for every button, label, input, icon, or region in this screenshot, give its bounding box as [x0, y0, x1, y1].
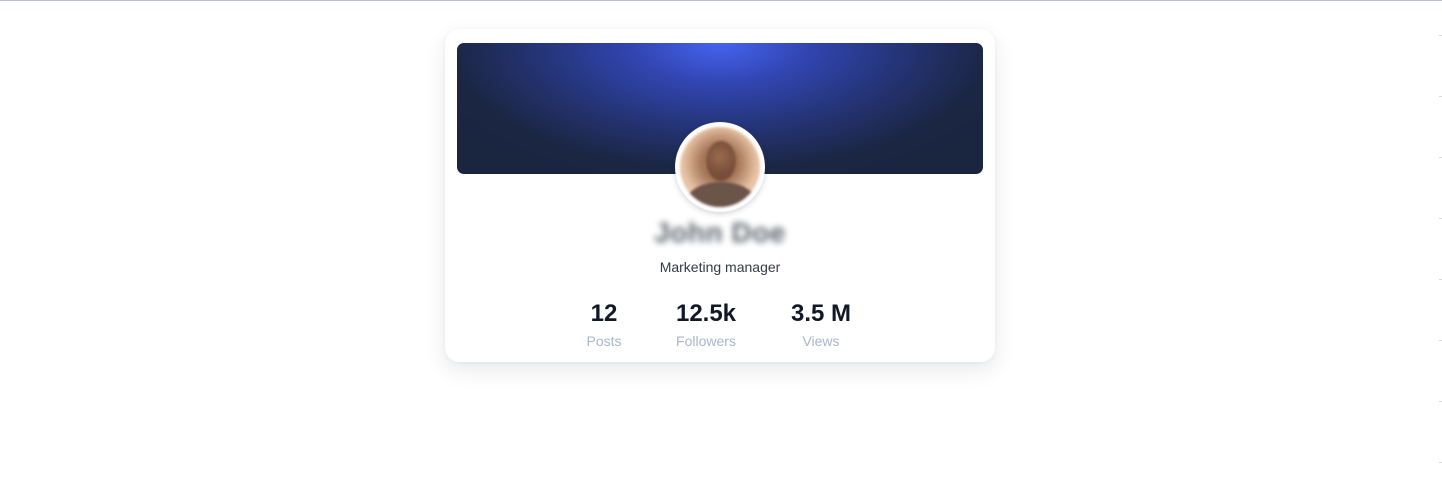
stat-value: 12.5k	[675, 300, 737, 327]
profile-card: John Doe Marketing manager 12 Posts 12.5…	[445, 29, 995, 362]
profile-role: Marketing manager	[659, 259, 781, 275]
profile-name: John Doe	[654, 217, 786, 248]
stat-views[interactable]: 3.5 M Views	[785, 299, 857, 352]
profile-stats: 12 Posts 12.5k Followers 3.5 M Views	[570, 299, 870, 351]
stat-posts[interactable]: 12 Posts	[576, 299, 632, 352]
stat-value: 3.5 M	[790, 300, 852, 327]
stat-label: Posts	[586, 333, 622, 349]
top-divider	[0, 0, 1442, 1]
avatar[interactable]	[675, 122, 765, 212]
stat-label: Views	[802, 333, 840, 349]
edge-markers	[1438, 0, 1442, 486]
stat-label: Followers	[676, 333, 736, 349]
avatar-photo-icon	[680, 127, 760, 207]
stat-value: 12	[590, 300, 618, 327]
stat-followers[interactable]: 12.5k Followers	[670, 299, 742, 352]
